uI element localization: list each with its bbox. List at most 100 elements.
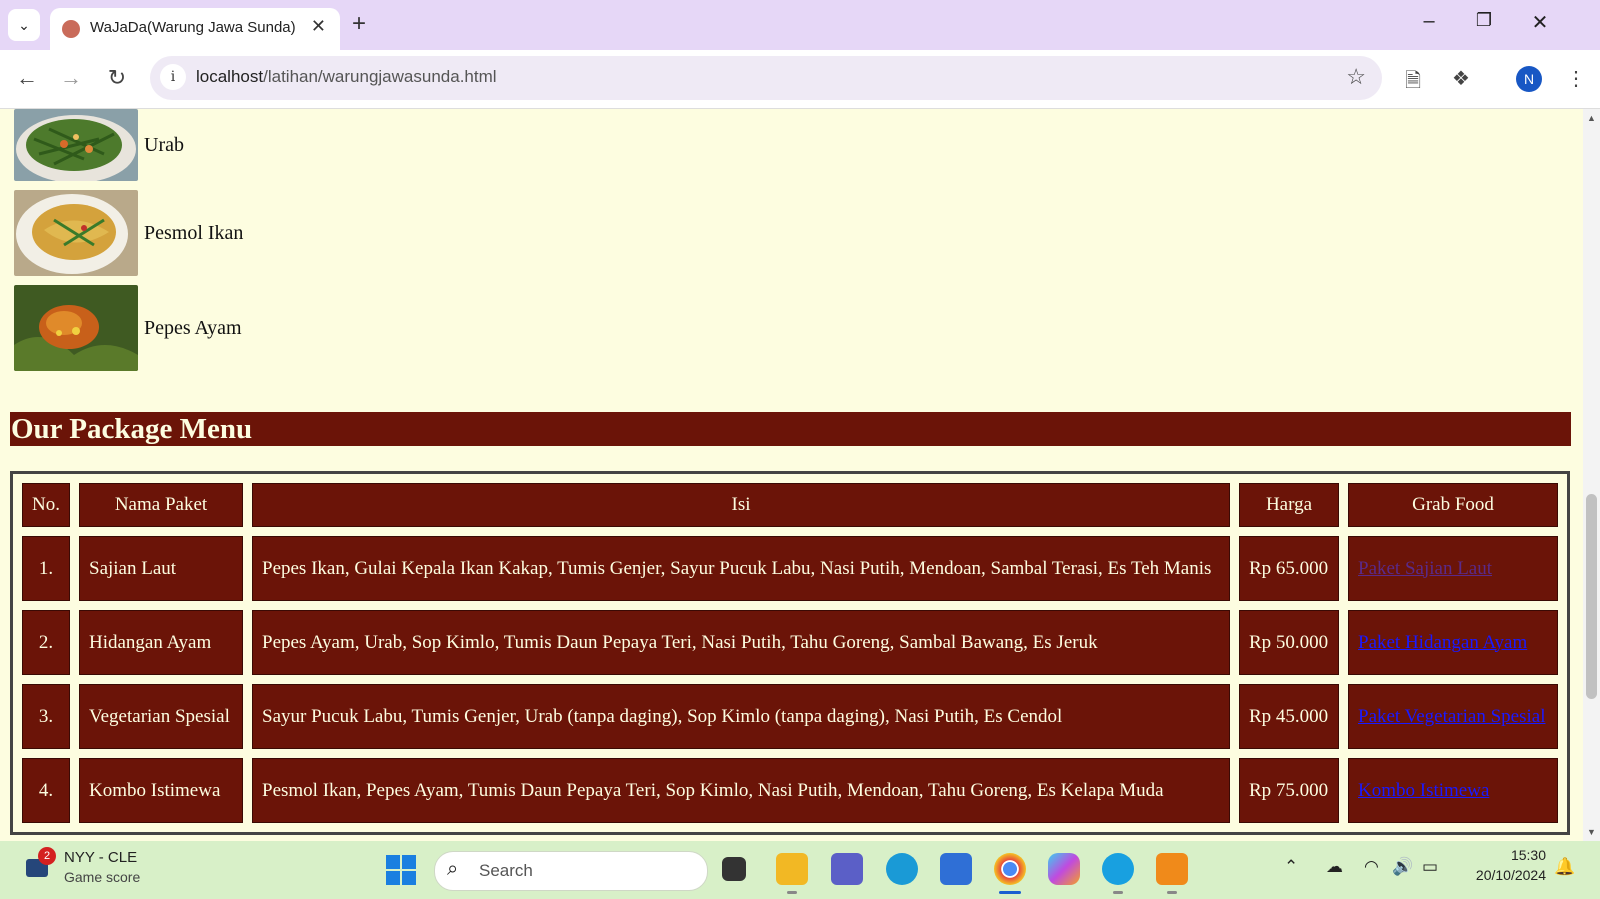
clock-time: 15:30 <box>1510 847 1546 863</box>
header-no: No. <box>22 483 70 527</box>
minimize-button[interactable]: – <box>1414 10 1444 33</box>
header-harga: Harga <box>1239 483 1339 527</box>
app-icon[interactable] <box>1102 853 1134 885</box>
restore-button[interactable]: ❐ <box>1469 10 1499 31</box>
cell-isi: Pesmol Ikan, Pepes Ayam, Tumis Daun Pepa… <box>252 758 1230 823</box>
taskbar-search[interactable]: ⌕ Search <box>434 851 708 891</box>
header-grab-food: Grab Food <box>1348 483 1558 527</box>
search-placeholder: Search <box>479 861 533 880</box>
cloud-icon[interactable]: ☁ <box>1326 857 1343 877</box>
cell-name: Sajian Laut <box>79 536 243 601</box>
start-button[interactable] <box>386 855 416 885</box>
file-explorer-icon[interactable] <box>776 853 808 885</box>
menu-item-name: Pesmol Ikan <box>144 221 244 244</box>
grab-food-link[interactable]: Paket Hidangan Ayam <box>1358 632 1527 653</box>
copilot-icon[interactable] <box>1048 853 1080 885</box>
chevron-up-icon[interactable]: ⌃ <box>1284 857 1298 877</box>
active-app-indicator <box>999 891 1021 894</box>
page-content: Urab Pesmol Ikan Pepes Ayam Our Package … <box>0 109 1583 841</box>
teams-icon[interactable] <box>831 853 863 885</box>
grab-food-link[interactable]: Paket Sajian Laut <box>1358 558 1492 579</box>
wifi-icon[interactable]: ◠ <box>1364 857 1379 877</box>
clock-date: 20/10/2024 <box>1475 867 1546 883</box>
sublime-text-icon[interactable] <box>1156 853 1188 885</box>
browser-toolbar: ← → ↻ i localhost/latihan/warungjawasund… <box>0 50 1600 109</box>
cell-name: Vegetarian Spesial <box>79 684 243 749</box>
pepes-ayam-image <box>14 285 138 371</box>
grab-food-link[interactable]: Kombo Istimewa <box>1358 780 1489 801</box>
site-info-icon[interactable]: i <box>160 64 186 90</box>
menu-item-name: Pepes Ayam <box>144 316 242 339</box>
menu-kebab-icon[interactable]: ⋮ <box>1566 66 1586 91</box>
table-header-row: No. Nama Paket Isi Harga Grab Food <box>22 483 1558 527</box>
address-bar[interactable]: i localhost/latihan/warungjawasunda.html… <box>150 56 1382 100</box>
search-icon: ⌕ <box>447 858 459 880</box>
tab-title: WaJaDa(Warung Jawa Sunda) <box>90 19 296 36</box>
grab-food-link[interactable]: Paket Vegetarian Spesial <box>1358 706 1546 727</box>
cell-isi: Sayur Pucuk Labu, Tumis Genjer, Urab (ta… <box>252 684 1230 749</box>
table-row: 2. Hidangan Ayam Pepes Ayam, Urab, Sop K… <box>22 610 1558 675</box>
reload-button[interactable]: ↻ <box>102 65 132 91</box>
notification-bell-icon[interactable]: 🔔 <box>1554 857 1575 877</box>
package-table: No. Nama Paket Isi Harga Grab Food 1. Sa… <box>10 471 1570 835</box>
url-text[interactable]: localhost/latihan/warungjawasunda.html <box>196 67 497 87</box>
cell-grab-food: Paket Vegetarian Spesial <box>1348 684 1558 749</box>
cell-harga: Rp 50.000 <box>1239 610 1339 675</box>
chevron-down-icon: ⌄ <box>18 16 30 33</box>
widget-title: NYY - CLE <box>64 849 138 866</box>
cell-name: Kombo Istimewa <box>79 758 243 823</box>
profile-avatar[interactable]: N <box>1516 66 1542 92</box>
table-row: 3. Vegetarian Spesial Sayur Pucuk Labu, … <box>22 684 1558 749</box>
widget-subtitle: Game score <box>64 869 141 885</box>
cell-grab-food: Paket Sajian Laut <box>1348 536 1558 601</box>
bookmark-star-icon[interactable]: ☆ <box>1346 64 1366 90</box>
reading-mode-icon[interactable]: 🗎 <box>1405 66 1421 100</box>
cell-harga: Rp 75.000 <box>1239 758 1339 823</box>
edge-icon[interactable] <box>886 853 918 885</box>
menu-item: Pepes Ayam <box>14 285 242 371</box>
favicon-icon <box>62 20 80 38</box>
url-host: localhost <box>196 67 264 86</box>
scroll-up-icon[interactable]: ▲ <box>1587 113 1596 123</box>
urab-image <box>14 109 138 181</box>
new-tab-button[interactable]: + <box>352 10 366 38</box>
extensions-icon[interactable]: ❖ <box>1452 66 1470 91</box>
scroll-down-icon[interactable]: ▼ <box>1587 827 1596 837</box>
back-button[interactable]: ← <box>12 65 42 91</box>
notification-badge: 2 <box>38 847 56 865</box>
cell-isi: Pepes Ayam, Urab, Sop Kimlo, Tumis Daun … <box>252 610 1230 675</box>
forward-button[interactable]: → <box>56 65 86 91</box>
url-path: /latihan/warungjawasunda.html <box>263 67 497 86</box>
task-view-icon[interactable] <box>722 857 746 881</box>
running-indicator <box>1113 891 1123 894</box>
taskbar: 2 NYY - CLE Game score ⌕ Search ⌃ ☁ ◠ 🔊 … <box>0 841 1600 899</box>
tab-search-button[interactable]: ⌄ <box>8 9 40 41</box>
table-row: 4. Kombo Istimewa Pesmol Ikan, Pepes Aya… <box>22 758 1558 823</box>
close-tab-icon[interactable]: ✕ <box>311 16 326 37</box>
cell-no: 2. <box>22 610 70 675</box>
store-icon[interactable] <box>940 853 972 885</box>
cell-no: 1. <box>22 536 70 601</box>
chrome-icon[interactable] <box>994 853 1026 885</box>
cell-name: Hidangan Ayam <box>79 610 243 675</box>
running-indicator <box>1167 891 1177 894</box>
header-nama-paket: Nama Paket <box>79 483 243 527</box>
cell-no: 4. <box>22 758 70 823</box>
volume-icon[interactable]: 🔊 <box>1392 857 1413 877</box>
cell-no: 3. <box>22 684 70 749</box>
scroll-thumb[interactable] <box>1586 494 1597 699</box>
header-isi: Isi <box>252 483 1230 527</box>
section-title: Our Package Menu <box>10 412 1571 446</box>
menu-item-name: Urab <box>144 133 184 156</box>
page-scrollbar[interactable]: ▲ ▼ <box>1583 109 1600 841</box>
pesmol-ikan-image <box>14 190 138 276</box>
system-clock[interactable]: 15:30 20/10/2024 <box>1462 845 1546 885</box>
cell-grab-food: Paket Hidangan Ayam <box>1348 610 1558 675</box>
title-bar: ⌄ WaJaDa(Warung Jawa Sunda) ✕ + – ❐ ✕ <box>0 0 1600 50</box>
browser-tab[interactable]: WaJaDa(Warung Jawa Sunda) ✕ <box>50 8 340 50</box>
battery-icon[interactable]: ▭ <box>1422 857 1438 877</box>
running-indicator <box>787 891 797 894</box>
cell-harga: Rp 65.000 <box>1239 536 1339 601</box>
table-row: 1. Sajian Laut Pepes Ikan, Gulai Kepala … <box>22 536 1558 601</box>
close-window-button[interactable]: ✕ <box>1525 10 1555 35</box>
